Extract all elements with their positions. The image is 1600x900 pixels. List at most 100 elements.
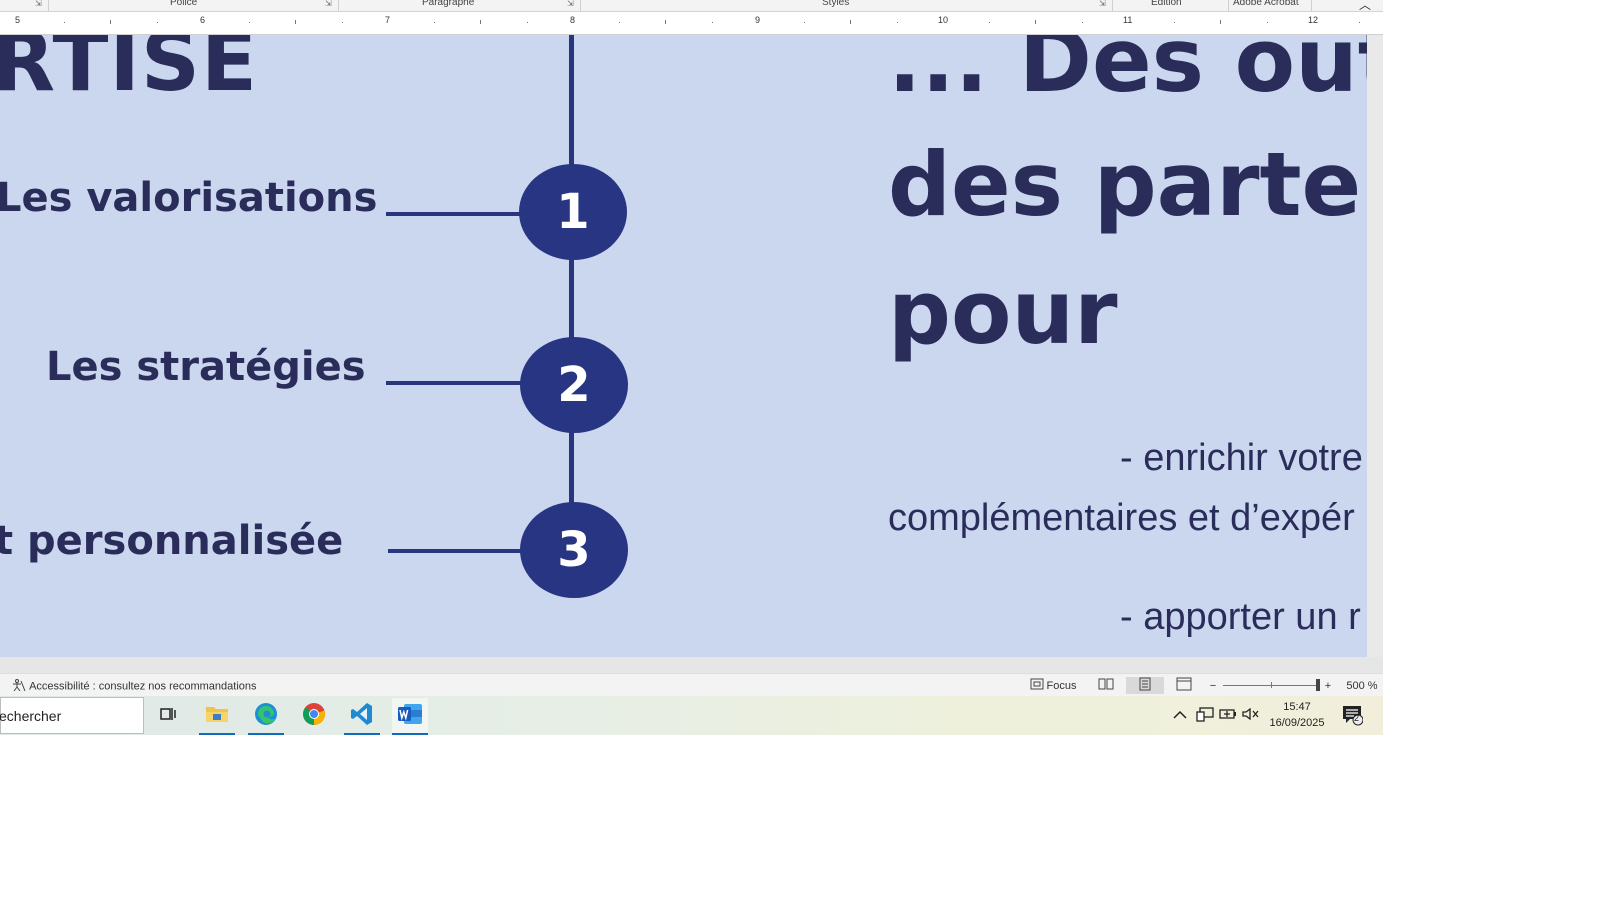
notifications-button[interactable]: 2 bbox=[1341, 704, 1364, 729]
focus-button[interactable]: Focus bbox=[1028, 677, 1078, 694]
left-heading: RTISE bbox=[0, 35, 258, 110]
notification-count: 2 bbox=[1354, 713, 1360, 723]
ruler-number: 7 bbox=[385, 15, 391, 25]
taskbar-search-box[interactable]: echercher bbox=[0, 697, 144, 734]
windows-taskbar: echercher 15:47 16/09/2025 2 bbox=[0, 696, 1383, 735]
item-label-valorisations: Les valorisations bbox=[0, 175, 378, 221]
ribbon-group-police: Police bbox=[170, 0, 198, 8]
document-slide[interactable]: RTISE Les valorisations 1 Les stratégies… bbox=[0, 35, 1367, 657]
focus-icon bbox=[1030, 678, 1044, 693]
zoom-out-icon[interactable]: − bbox=[1208, 677, 1218, 694]
right-text-line-2: complémentaires et d’expér bbox=[888, 497, 1355, 539]
paragraphe-launcher-icon[interactable]: ⇲ bbox=[567, 0, 574, 8]
ruler-tick bbox=[110, 20, 111, 24]
zoom-slider-thumb[interactable] bbox=[1316, 679, 1320, 691]
notification-icon bbox=[1341, 706, 1364, 729]
ribbon-group-adobe-acrobat: Adobe Acrobat bbox=[1233, 0, 1299, 8]
ruler-tick bbox=[480, 20, 481, 24]
ribbon-separator bbox=[580, 0, 581, 11]
accessibility-text: Accessibilité : consultez nos recommanda… bbox=[29, 680, 257, 693]
vscode-icon bbox=[350, 702, 374, 731]
ribbon-separator bbox=[1112, 0, 1113, 11]
ruler-number: 9 bbox=[755, 15, 761, 25]
ruler-dot bbox=[1082, 22, 1083, 23]
word-button[interactable] bbox=[392, 698, 428, 735]
ribbon-group-styles: Styles bbox=[822, 0, 850, 8]
status-bar: Accessibilité : consultez nos recommanda… bbox=[0, 673, 1383, 697]
ribbon-separator bbox=[1311, 0, 1312, 11]
show-hidden-icons-icon[interactable] bbox=[1173, 707, 1187, 723]
ruler-tick bbox=[665, 20, 666, 24]
accessibility-status[interactable]: Accessibilité : consultez nos recommanda… bbox=[12, 679, 257, 694]
read-mode-button[interactable] bbox=[1095, 677, 1117, 694]
collapse-ribbon-icon[interactable]: ︿ bbox=[1359, 0, 1371, 11]
ruler-dot bbox=[712, 22, 713, 23]
ruler-tick bbox=[1220, 20, 1221, 24]
ruler-dot bbox=[157, 22, 158, 23]
ruler-dot bbox=[249, 22, 250, 23]
right-heading-line-3: pour bbox=[888, 261, 1118, 364]
accessibility-icon bbox=[12, 679, 29, 694]
taskbar-clock[interactable]: 15:47 16/09/2025 bbox=[1262, 699, 1332, 731]
zoom-in-icon[interactable]: + bbox=[1323, 677, 1333, 694]
right-text-line-1: - enrichir votre bbox=[1120, 437, 1363, 479]
item-connector bbox=[386, 381, 526, 385]
police-launcher-icon[interactable]: ⇲ bbox=[325, 0, 332, 8]
focus-label: Focus bbox=[1046, 679, 1077, 692]
ruler-number: 5 bbox=[15, 15, 21, 25]
horizontal-ruler[interactable]: 5 6 7 8 9 10 11 12 bbox=[0, 12, 1383, 35]
ruler-tick bbox=[1035, 20, 1036, 24]
ruler-tick bbox=[295, 20, 296, 24]
print-layout-icon bbox=[1138, 677, 1152, 694]
ruler-tick bbox=[850, 20, 851, 24]
edge-icon bbox=[254, 702, 278, 731]
ruler-number: 8 bbox=[570, 15, 576, 25]
ruler-number: 11 bbox=[1123, 15, 1133, 25]
ruler-dot bbox=[804, 22, 805, 23]
chrome-icon bbox=[302, 702, 326, 731]
right-heading-line-1: ... Des outil bbox=[888, 35, 1367, 112]
vertical-scrollbar[interactable] bbox=[1367, 35, 1383, 657]
ruler-dot bbox=[989, 22, 990, 23]
word-window: ⇲ Police ⇲ Paragraphe ⇲ Styles ⇲ Édition… bbox=[0, 0, 1383, 735]
task-view-button[interactable] bbox=[150, 698, 186, 734]
search-placeholder: echercher bbox=[0, 708, 62, 724]
file-explorer-button[interactable] bbox=[199, 698, 235, 735]
read-mode-icon bbox=[1098, 678, 1114, 693]
ribbon-group-edition: Édition bbox=[1151, 0, 1182, 8]
ruler-dot bbox=[1359, 22, 1360, 23]
ruler-number: 10 bbox=[938, 15, 949, 25]
print-layout-button[interactable] bbox=[1126, 677, 1164, 694]
item-connector bbox=[388, 549, 526, 553]
zoom-level[interactable]: 500 % bbox=[1344, 677, 1380, 694]
file-explorer-icon bbox=[205, 704, 229, 729]
step-circle-3: 3 bbox=[520, 502, 628, 598]
item-label-personnalisee: t personnalisée bbox=[0, 518, 344, 564]
volume-muted-icon[interactable] bbox=[1242, 707, 1260, 724]
step-circle-2: 2 bbox=[520, 337, 628, 433]
ribbon-separator bbox=[338, 0, 339, 11]
ruler-dot bbox=[527, 22, 528, 23]
ribbon-separator bbox=[48, 0, 49, 11]
right-text-line-3: - apporter un r bbox=[1120, 596, 1361, 638]
edge-button[interactable] bbox=[248, 698, 284, 735]
word-icon bbox=[397, 702, 423, 731]
ruler-dot bbox=[1267, 22, 1268, 23]
task-view-icon bbox=[159, 705, 177, 728]
styles-launcher-icon[interactable]: ⇲ bbox=[1099, 0, 1106, 8]
clock-time: 15:47 bbox=[1283, 701, 1311, 713]
network-icon[interactable] bbox=[1196, 707, 1214, 726]
web-layout-button[interactable] bbox=[1173, 677, 1195, 694]
ruler-dot bbox=[897, 22, 898, 23]
battery-icon[interactable] bbox=[1219, 707, 1237, 724]
ruler-number: 6 bbox=[200, 15, 206, 25]
vscode-button[interactable] bbox=[344, 698, 380, 735]
zoom-slider-midpoint bbox=[1271, 682, 1272, 688]
ruler-dot bbox=[64, 22, 65, 23]
web-layout-icon bbox=[1176, 677, 1192, 694]
ruler-dot bbox=[342, 22, 343, 23]
ribbon-group-labels: ⇲ Police ⇲ Paragraphe ⇲ Styles ⇲ Édition… bbox=[0, 0, 1383, 12]
chrome-button[interactable] bbox=[296, 698, 332, 734]
dialog-launcher-icon[interactable]: ⇲ bbox=[35, 0, 42, 8]
ruler-dot bbox=[1174, 22, 1175, 23]
